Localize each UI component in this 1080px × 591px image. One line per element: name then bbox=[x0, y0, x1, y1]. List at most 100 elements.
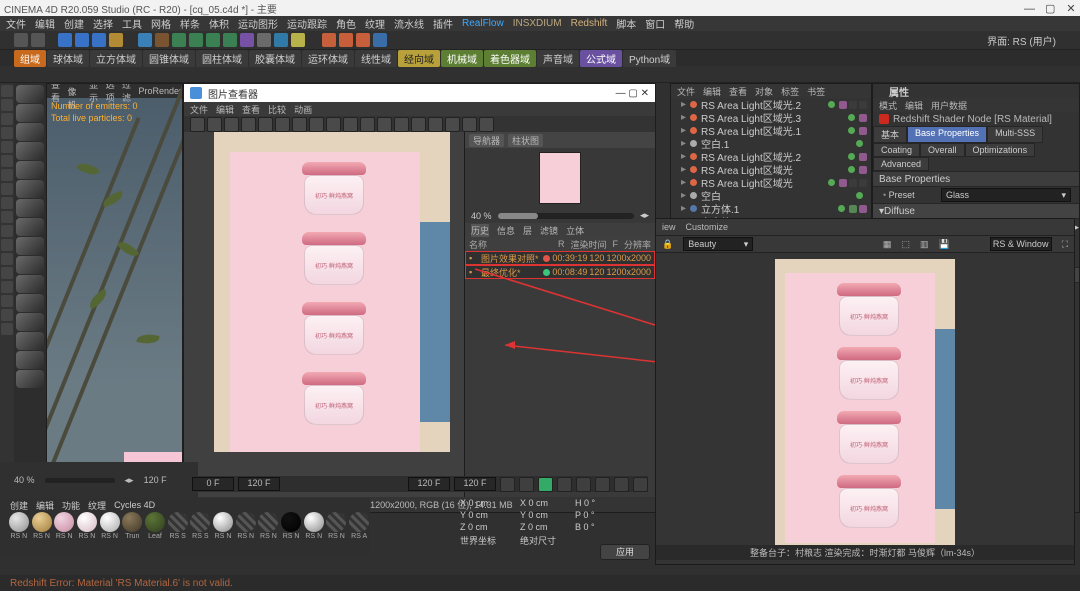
tool-slot[interactable] bbox=[1, 323, 13, 335]
pv-max-button[interactable]: ▢ bbox=[628, 88, 637, 99]
key-icon[interactable] bbox=[633, 477, 648, 492]
menu-创建[interactable]: 创建 bbox=[64, 16, 84, 31]
record-icon[interactable] bbox=[595, 477, 610, 492]
vp-menu-item[interactable]: ProRender bbox=[138, 86, 182, 96]
material-ball[interactable]: RS A bbox=[348, 512, 370, 544]
pv-tool-icon[interactable] bbox=[190, 117, 205, 132]
field-tab[interactable]: 圆锥体域 bbox=[143, 50, 195, 67]
pos-y[interactable]: Y 0 cm bbox=[460, 510, 488, 520]
menu-运动跟踪[interactable]: 运动跟踪 bbox=[287, 16, 327, 31]
size-x[interactable]: X 0 cm bbox=[520, 498, 548, 508]
prim-cube-icon[interactable] bbox=[138, 33, 152, 47]
menu-RealFlow[interactable]: RealFlow bbox=[462, 18, 504, 29]
tool-slot[interactable] bbox=[1, 85, 13, 97]
preview-slot[interactable] bbox=[16, 294, 44, 312]
field-tab[interactable]: 组域 bbox=[14, 50, 46, 67]
attr-section-diffuse[interactable]: ▾ Diffuse bbox=[873, 203, 1079, 219]
tool-slot[interactable] bbox=[1, 141, 13, 153]
pv-tool-icon[interactable] bbox=[326, 117, 341, 132]
camera-icon[interactable] bbox=[274, 33, 288, 47]
vp-zoom-slider[interactable] bbox=[45, 478, 115, 483]
render-icon[interactable] bbox=[322, 33, 336, 47]
attr-tab[interactable]: Base Properties bbox=[907, 126, 987, 143]
obj-menu-item[interactable]: 对象 bbox=[755, 85, 773, 98]
tl-cur[interactable]: 120 F bbox=[238, 477, 280, 491]
tool-slot[interactable] bbox=[1, 197, 13, 209]
generator-icon[interactable] bbox=[172, 33, 186, 47]
obj-menu-item[interactable]: 编辑 bbox=[703, 85, 721, 98]
field-tab[interactable]: 圆柱体域 bbox=[196, 50, 248, 67]
tool-undo-icon[interactable] bbox=[14, 33, 28, 47]
rv-snap-icon[interactable]: ▦ bbox=[883, 239, 892, 250]
mat-menu-item[interactable]: Cycles 4D bbox=[114, 500, 155, 510]
pv-min-button[interactable]: — bbox=[616, 88, 626, 99]
attr-tab-label[interactable]: 属性 bbox=[873, 84, 1079, 98]
viewport[interactable]: 查看摄像机显示选项过滤ProRender Number of emitters:… bbox=[46, 83, 183, 513]
preview-slot[interactable] bbox=[16, 332, 44, 350]
preview-slot[interactable] bbox=[16, 370, 44, 388]
pv-tool-icon[interactable] bbox=[445, 117, 460, 132]
tool-slot[interactable] bbox=[1, 225, 13, 237]
menu-运动图形[interactable]: 运动图形 bbox=[238, 16, 278, 31]
menu-插件[interactable]: 插件 bbox=[433, 16, 453, 31]
pv-tool-icon[interactable] bbox=[377, 117, 392, 132]
pv-menu-item[interactable]: 比较 bbox=[268, 103, 286, 116]
field-tab[interactable]: 球体域 bbox=[47, 50, 89, 67]
tool-slot[interactable] bbox=[1, 295, 13, 307]
render-region-icon[interactable] bbox=[339, 33, 353, 47]
menu-脚本[interactable]: 脚本 bbox=[616, 16, 636, 31]
tool-slot[interactable] bbox=[1, 267, 13, 279]
generator3-icon[interactable] bbox=[206, 33, 220, 47]
attr-tab[interactable]: Optimizations bbox=[965, 143, 1036, 157]
next-frame-icon[interactable] bbox=[557, 477, 572, 492]
material-ball[interactable]: RS N bbox=[8, 512, 30, 544]
hist-tab[interactable]: 历史 bbox=[471, 224, 489, 237]
pv-menu-item[interactable]: 查看 bbox=[242, 103, 260, 116]
rv-bucket-icon[interactable]: ▥ bbox=[920, 239, 929, 250]
field-tab[interactable]: 公式域 bbox=[580, 50, 622, 67]
material-ball[interactable]: RS N bbox=[212, 512, 234, 544]
field-tab[interactable]: 立方体域 bbox=[90, 50, 142, 67]
apply-button[interactable]: 应用 bbox=[600, 544, 650, 560]
hist-tab[interactable]: 层 bbox=[523, 224, 532, 237]
col-frame[interactable]: F bbox=[612, 239, 618, 249]
pv-tool-icon[interactable] bbox=[292, 117, 307, 132]
attr-tab[interactable]: Overall bbox=[920, 143, 965, 157]
prim-spline-icon[interactable] bbox=[155, 33, 169, 47]
history-row[interactable]: ▪图片效果对照*00:39:191201200x2000 bbox=[465, 251, 655, 265]
tool-slot[interactable] bbox=[1, 309, 13, 321]
menu-窗口[interactable]: 窗口 bbox=[645, 16, 665, 31]
tool-slot[interactable] bbox=[1, 155, 13, 167]
obj-menu-item[interactable]: 查看 bbox=[729, 85, 747, 98]
rv-mode-combo[interactable]: Beauty▾ bbox=[683, 237, 753, 251]
menu-编辑[interactable]: 编辑 bbox=[35, 16, 55, 31]
field-tab[interactable]: 线性域 bbox=[355, 50, 397, 67]
rv-menu-customize[interactable]: Customize bbox=[686, 222, 729, 232]
col-res[interactable]: 分辨率 bbox=[624, 238, 651, 251]
goto-start-icon[interactable] bbox=[500, 477, 515, 492]
pv-tool-icon[interactable] bbox=[207, 117, 222, 132]
attr-menu-item[interactable]: 模式 bbox=[879, 99, 897, 112]
attr-tab[interactable]: 基本 bbox=[873, 126, 907, 143]
material-ball[interactable]: RS N bbox=[76, 512, 98, 544]
material-ball[interactable]: RS N bbox=[258, 512, 280, 544]
preview-slot[interactable] bbox=[16, 104, 44, 122]
hist-tab[interactable]: 立体 bbox=[566, 224, 584, 237]
preview-slot[interactable] bbox=[16, 161, 44, 179]
material-ball[interactable]: RS N bbox=[99, 512, 121, 544]
close-button[interactable]: ✕ bbox=[1062, 2, 1080, 15]
material-ball[interactable]: RS S bbox=[167, 512, 189, 544]
menu-网格[interactable]: 网格 bbox=[151, 16, 171, 31]
rv-image[interactable]: 初巧·鲜炖燕窝 初巧·鲜炖燕窝 初巧·鲜炖燕窝 初巧·鲜炖燕窝 bbox=[775, 259, 955, 549]
material-ball[interactable]: RS N bbox=[53, 512, 75, 544]
tool-slot[interactable] bbox=[1, 281, 13, 293]
menu-INSXDIUM[interactable]: INSXDIUM bbox=[513, 18, 562, 29]
pv-tool-icon[interactable] bbox=[394, 117, 409, 132]
tool-slot[interactable] bbox=[1, 99, 13, 111]
material-ball[interactable]: RS N bbox=[303, 512, 325, 544]
pv-close-button[interactable]: ✕ bbox=[641, 88, 649, 99]
pos-z[interactable]: Z 0 cm bbox=[460, 522, 488, 532]
pv-tool-icon[interactable] bbox=[224, 117, 239, 132]
pv-tool-icon[interactable] bbox=[411, 117, 426, 132]
snap-icon[interactable] bbox=[109, 33, 123, 47]
